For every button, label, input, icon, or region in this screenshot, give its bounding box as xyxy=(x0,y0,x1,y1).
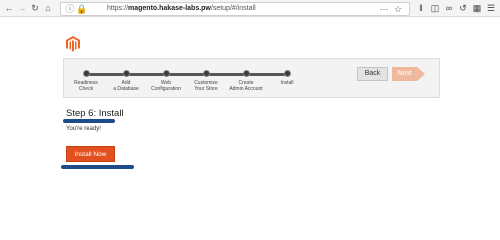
next-button[interactable]: Next xyxy=(392,67,417,81)
title-highlight xyxy=(63,119,115,123)
forward-arrow-icon[interactable]: → xyxy=(17,3,27,13)
home-icon[interactable]: ⌂ xyxy=(43,3,53,13)
info-icon[interactable]: ⓘ xyxy=(65,4,75,14)
back-arrow-icon[interactable]: ← xyxy=(4,3,14,13)
more-dots-icon[interactable]: ⋯ xyxy=(379,4,389,14)
step-dot-database xyxy=(123,70,130,77)
next-button-arrow[interactable] xyxy=(417,67,425,81)
step-dot-web-config xyxy=(163,70,170,77)
sync-icon[interactable]: ∞ xyxy=(444,3,454,13)
sidebar-icon[interactable]: ◫ xyxy=(430,3,440,13)
ready-message: You're ready! xyxy=(66,126,101,132)
url-text: https://magento.hakase-labs.pw/setup/#/i… xyxy=(107,5,256,12)
install-highlight xyxy=(61,165,134,169)
lock-icon[interactable]: 🔒 xyxy=(76,4,87,14)
step-label-install: Install xyxy=(280,80,294,86)
install-now-button[interactable]: Install Now xyxy=(66,146,115,162)
reload-icon[interactable]: ↻ xyxy=(30,3,40,13)
wizard-progress-track xyxy=(85,73,289,76)
step-dot-admin xyxy=(243,70,250,77)
browser-toolbar: ← → ↻ ⌂ ⓘ 🔒 https://magento.hakase-labs.… xyxy=(0,0,500,17)
step-dot-install xyxy=(284,70,291,77)
address-bar[interactable]: ⓘ 🔒 https://magento.hakase-labs.pw/setup… xyxy=(60,2,410,16)
back-button[interactable]: Back xyxy=(357,67,388,81)
page-title: Step 6: Install xyxy=(66,108,124,119)
step-dot-customize xyxy=(203,70,210,77)
library-icon[interactable]: ‖ xyxy=(416,3,426,13)
history-icon[interactable]: ↺ xyxy=(458,3,468,13)
magento-logo-icon xyxy=(66,36,80,52)
screenshot-icon[interactable]: ▦ xyxy=(472,3,482,13)
menu-icon[interactable]: ☰ xyxy=(486,3,496,13)
step-dot-readiness xyxy=(83,70,90,77)
star-icon[interactable]: ☆ xyxy=(393,4,403,14)
